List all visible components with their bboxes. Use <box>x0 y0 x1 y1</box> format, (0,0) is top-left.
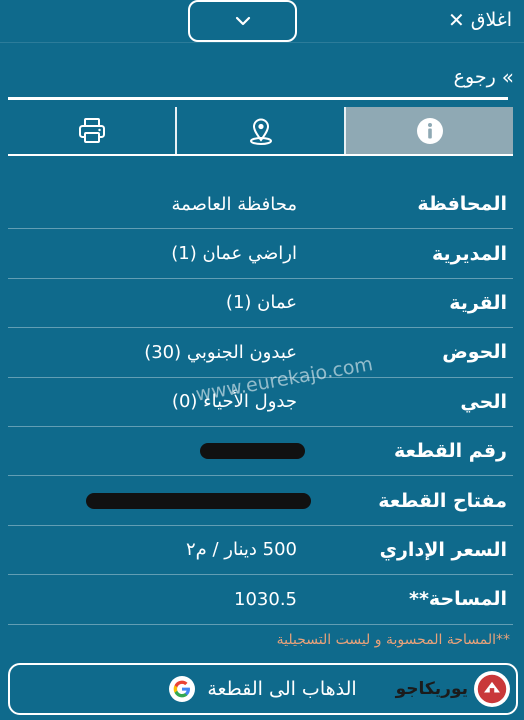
top-divider <box>0 42 524 43</box>
collapse-button[interactable] <box>188 0 297 42</box>
detail-row-village: القرية عمان (1) <box>8 279 513 329</box>
detail-label: المحافظة <box>417 193 507 216</box>
back-label: رجوع <box>453 66 496 88</box>
detail-row-governorate: المحافظة محافظة العاصمة <box>8 180 513 230</box>
detail-value: اراضي عمان (1) <box>171 243 297 265</box>
redaction-bar <box>200 443 305 460</box>
printer-icon <box>78 117 105 143</box>
back-link[interactable]: » رجوع <box>453 62 514 92</box>
go-to-plot-label: الذهاب الى القطعة <box>207 678 357 700</box>
brand-text: يوريكاجو <box>395 679 468 699</box>
detail-row-directorate: المديرية اراضي عمان (1) <box>8 229 513 279</box>
detail-value: عمان (1) <box>225 292 297 314</box>
close-label: اغلاق <box>470 9 512 31</box>
detail-value: جدول الأحياء (0) <box>171 391 297 413</box>
detail-label: المساحة** <box>409 588 507 611</box>
detail-row-plot-number: رقم القطعة <box>8 427 513 477</box>
detail-label: رقم القطعة <box>394 440 507 463</box>
tab-bar <box>8 107 513 156</box>
detail-label: مفتاح القطعة <box>378 489 507 512</box>
double-chevron-icon: » <box>501 65 514 89</box>
redaction-bar <box>86 492 311 509</box>
detail-value: محافظة العاصمة <box>171 193 297 215</box>
detail-label: الحوض <box>442 341 507 364</box>
detail-label: القرية <box>449 291 507 314</box>
google-g-icon <box>169 676 196 702</box>
tab-info[interactable] <box>346 107 513 154</box>
brand-logo: يوريكاجو <box>396 664 510 714</box>
detail-value: 1030.5 <box>234 588 297 610</box>
details-list: المحافظة محافظة العاصمة المديرية اراضي ع… <box>8 180 513 625</box>
detail-label: المديرية <box>432 242 507 265</box>
chevron-down-icon <box>235 16 250 26</box>
map-pin-icon <box>249 118 272 145</box>
eurekajo-logo-icon <box>474 671 510 707</box>
detail-row-district: الحي جدول الأحياء (0) <box>8 378 513 427</box>
detail-row-area: المساحة** 1030.5 <box>8 575 513 625</box>
detail-value: 500 دينار / م٢ <box>185 539 297 561</box>
tab-location[interactable] <box>177 107 346 154</box>
tab-print[interactable] <box>8 107 177 154</box>
detail-value: عبدون الجنوبي (30) <box>144 341 297 363</box>
back-underline <box>8 97 508 100</box>
detail-row-basin: الحوض عبدون الجنوبي (30) <box>8 328 513 378</box>
area-footnote: **المساحة المحسوبة و ليست التسجيلية <box>276 632 510 648</box>
x-icon: ✕ <box>447 8 465 32</box>
close-button[interactable]: اغلاق ✕ <box>448 6 512 34</box>
detail-row-admin-price: السعر الإداري 500 دينار / م٢ <box>8 526 513 576</box>
top-bar: اغلاق ✕ <box>0 0 524 44</box>
detail-label: السعر الإداري <box>379 538 507 561</box>
detail-row-plot-key: مفتاح القطعة <box>8 476 513 526</box>
info-icon <box>416 117 443 144</box>
detail-label: الحي <box>460 390 507 413</box>
